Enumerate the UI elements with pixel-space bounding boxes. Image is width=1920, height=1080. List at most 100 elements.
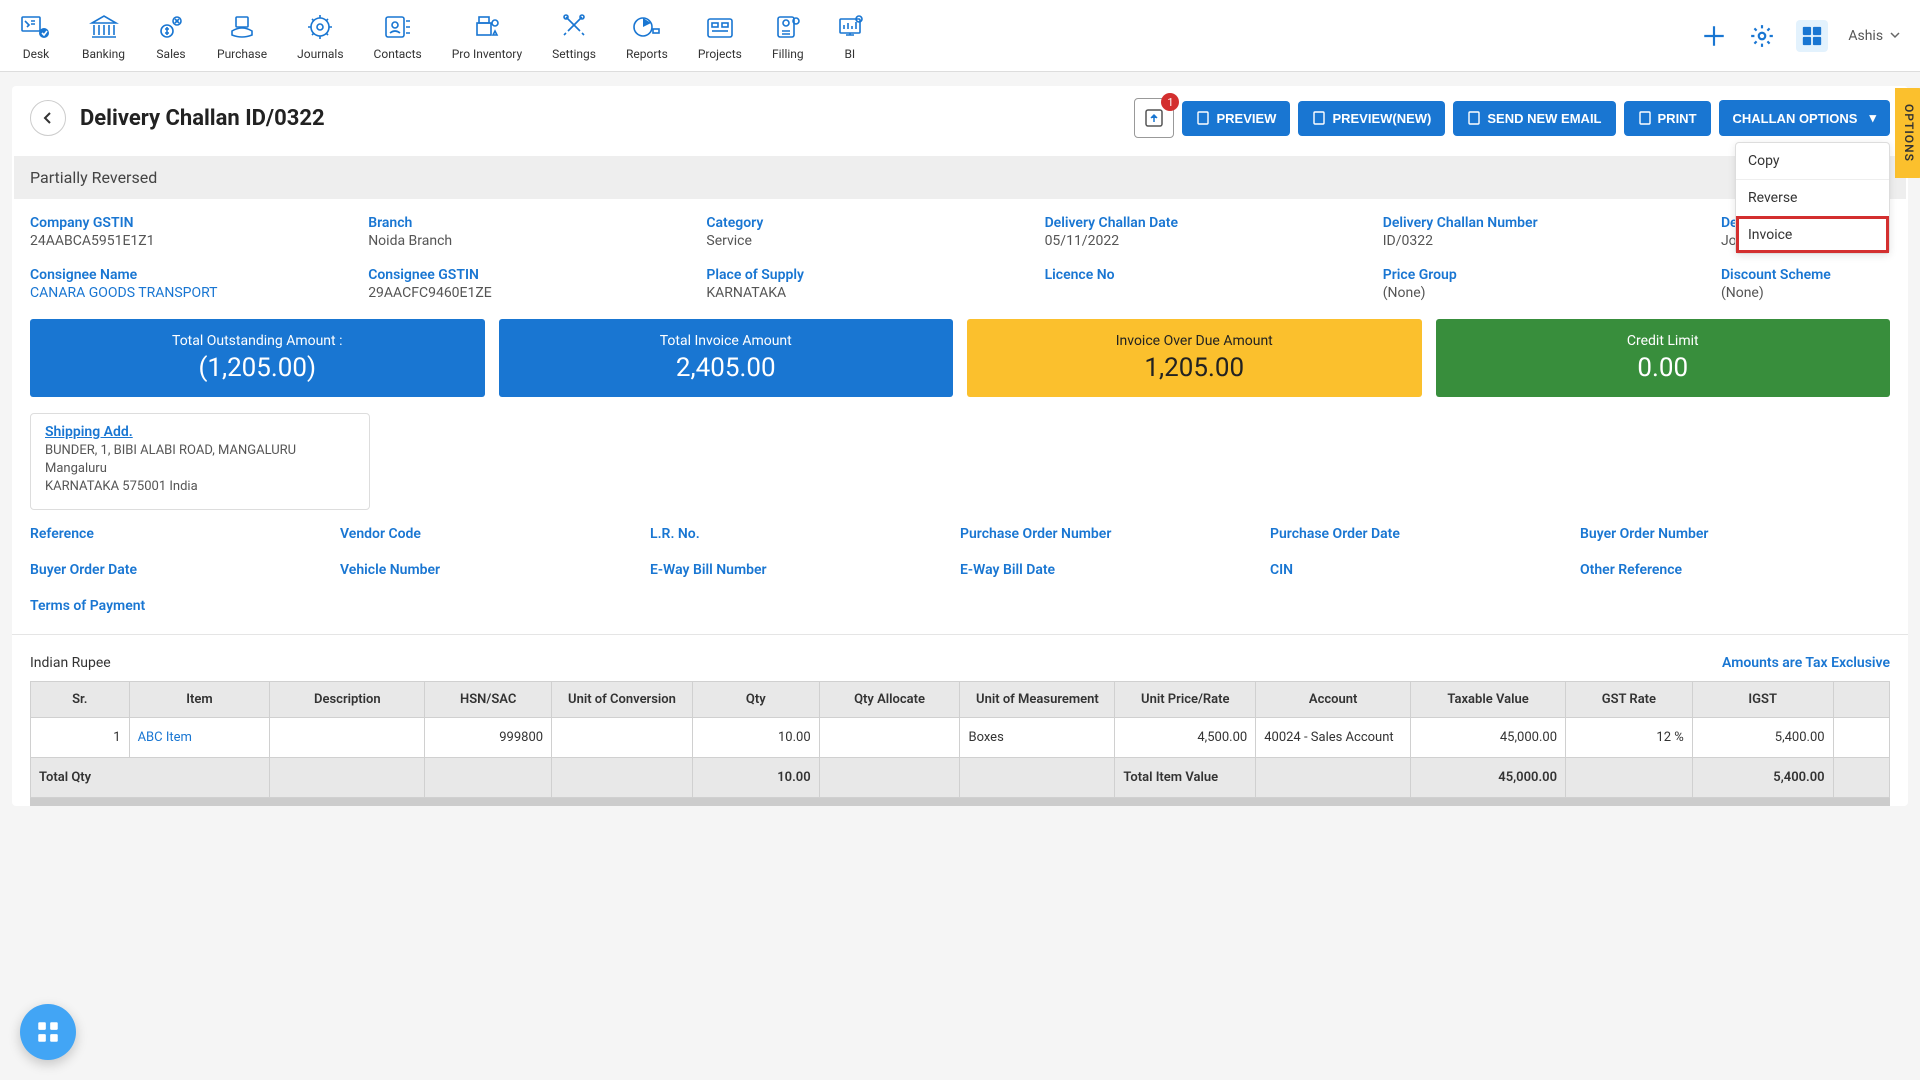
nav-journals[interactable]: Journals (297, 11, 343, 61)
apps-fab[interactable] (20, 1004, 76, 1060)
menu-reverse[interactable]: Reverse (1736, 179, 1889, 216)
purchase-icon (226, 11, 258, 43)
nav-pro-inventory[interactable]: Pro Inventory (452, 11, 522, 61)
menu-invoice[interactable]: Invoice (1736, 216, 1889, 253)
upload-badge: 1 (1161, 93, 1179, 111)
shipping-title[interactable]: Shipping Add. (45, 424, 355, 440)
print-button[interactable]: PRINT (1624, 101, 1711, 136)
projects-icon (704, 11, 736, 43)
nav-desk[interactable]: Desk (20, 11, 52, 61)
th-rate: Unit Price/Rate (1115, 681, 1256, 717)
other-ref-label: Other Reference (1580, 562, 1890, 578)
branch-label: Branch (368, 215, 706, 231)
th-sr: Sr. (31, 681, 130, 717)
date-label: Delivery Challan Date (1045, 215, 1383, 231)
category-label: Category (706, 215, 1044, 231)
table-footer: Total Qty 10.00 Total Item Value 45,000.… (31, 757, 1890, 797)
reports-icon (631, 11, 663, 43)
file-icon (1467, 111, 1481, 125)
date: 05/11/2022 (1045, 233, 1383, 249)
filling-icon (772, 11, 804, 43)
shipping-address: Shipping Add. BUNDER, 1, BIBI ALABI ROAD… (30, 413, 370, 510)
stat-credit: Credit Limit0.00 (1436, 319, 1891, 397)
po-number-label: Purchase Order Number (960, 526, 1270, 542)
th-extra (1833, 681, 1889, 717)
tax-note: Amounts are Tax Exclusive (1722, 655, 1890, 671)
number: ID/0322 (1383, 233, 1721, 249)
file-icon (1312, 111, 1326, 125)
nav-sales[interactable]: Sales (155, 11, 187, 61)
challan-options-button[interactable]: CHALLAN OPTIONS▾ (1719, 100, 1890, 136)
add-icon[interactable] (1700, 22, 1728, 50)
challan-options-menu: Copy Reverse Invoice (1735, 142, 1890, 254)
th-account: Account (1256, 681, 1411, 717)
back-button[interactable] (30, 100, 66, 136)
gear-icon[interactable] (1748, 22, 1776, 50)
th-hsn: HSN/SAC (425, 681, 552, 717)
discount: (None) (1721, 285, 1890, 301)
preview-new-button[interactable]: PREVIEW(NEW) (1298, 101, 1445, 136)
vendor-code-label: Vendor Code (340, 526, 650, 542)
nav-reports[interactable]: Reports (626, 11, 668, 61)
price-group: (None) (1383, 285, 1721, 301)
nav-settings[interactable]: Settings (552, 11, 596, 61)
lr-no-label: L.R. No. (650, 526, 960, 542)
send-email-button[interactable]: SEND NEW EMAIL (1453, 101, 1615, 136)
desk-icon (20, 11, 52, 43)
stat-invoice: Total Invoice Amount2,405.00 (499, 319, 954, 397)
discount-label: Discount Scheme (1721, 267, 1890, 283)
preview-button[interactable]: PREVIEW (1182, 101, 1290, 136)
reference-label: Reference (30, 526, 340, 542)
calculator-icon[interactable] (1796, 20, 1828, 52)
consignee-gstin-label: Consignee GSTIN (368, 267, 706, 283)
currency-name: Indian Rupee (30, 655, 111, 671)
buyer-order-date-label: Buyer Order Date (30, 562, 340, 578)
chevron-left-icon (40, 110, 56, 126)
branch: Noida Branch (368, 233, 706, 249)
category: Service (706, 233, 1044, 249)
horizontal-scrollbar[interactable] (30, 798, 1890, 806)
table-row[interactable]: 1 ABC Item 999800 10.00 Boxes 4,500.00 4… (31, 717, 1890, 757)
th-qty-alloc: Qty Allocate (819, 681, 960, 717)
top-navigation: Desk Banking Sales Purchase Journals Con… (0, 0, 1920, 72)
status-bar: Partially Reversed (14, 156, 1906, 199)
nav-contacts[interactable]: Contacts (374, 11, 422, 61)
consignee-gstin: 29AACFC9460E1ZE (368, 285, 706, 301)
th-igst: IGST (1692, 681, 1833, 717)
consignee-name[interactable]: CANARA GOODS TRANSPORT (30, 285, 368, 301)
item-link[interactable]: ABC Item (129, 717, 270, 757)
nav-projects[interactable]: Projects (698, 11, 742, 61)
inventory-icon (471, 11, 503, 43)
options-side-tab[interactable]: OPTIONS (1895, 88, 1920, 178)
stat-overdue: Invoice Over Due Amount1,205.00 (967, 319, 1422, 397)
th-uoc: Unit of Conversion (552, 681, 693, 717)
th-desc: Description (270, 681, 425, 717)
po-date-label: Purchase Order Date (1270, 526, 1580, 542)
upload-button[interactable]: 1 (1134, 98, 1174, 138)
menu-copy[interactable]: Copy (1736, 143, 1889, 179)
apps-icon (35, 1019, 61, 1045)
eway-date-label: E-Way Bill Date (960, 562, 1270, 578)
file-icon (1638, 111, 1652, 125)
nav-filling[interactable]: Filling (772, 11, 804, 61)
th-qty: Qty (692, 681, 819, 717)
licence-label: Licence No (1045, 267, 1383, 283)
buyer-order-number-label: Buyer Order Number (1580, 526, 1890, 542)
user-menu[interactable]: Ashis (1848, 28, 1900, 44)
nav-bi[interactable]: BI (834, 11, 866, 61)
banking-icon (88, 11, 120, 43)
nav-purchase[interactable]: Purchase (217, 11, 267, 61)
place: KARNATAKA (706, 285, 1044, 301)
company-gstin: 24AABCA5951E1Z1 (30, 233, 368, 249)
vehicle-number-label: Vehicle Number (340, 562, 650, 578)
contacts-icon (382, 11, 414, 43)
price-group-label: Price Group (1383, 267, 1721, 283)
cin-label: CIN (1270, 562, 1580, 578)
file-icon (1196, 111, 1210, 125)
caret-down-icon: ▾ (1869, 110, 1876, 126)
place-label: Place of Supply (706, 267, 1044, 283)
th-gst-rate: GST Rate (1566, 681, 1693, 717)
upload-icon (1142, 106, 1166, 130)
nav-banking[interactable]: Banking (82, 11, 125, 61)
page-title: Delivery Challan ID/0322 (80, 106, 325, 131)
